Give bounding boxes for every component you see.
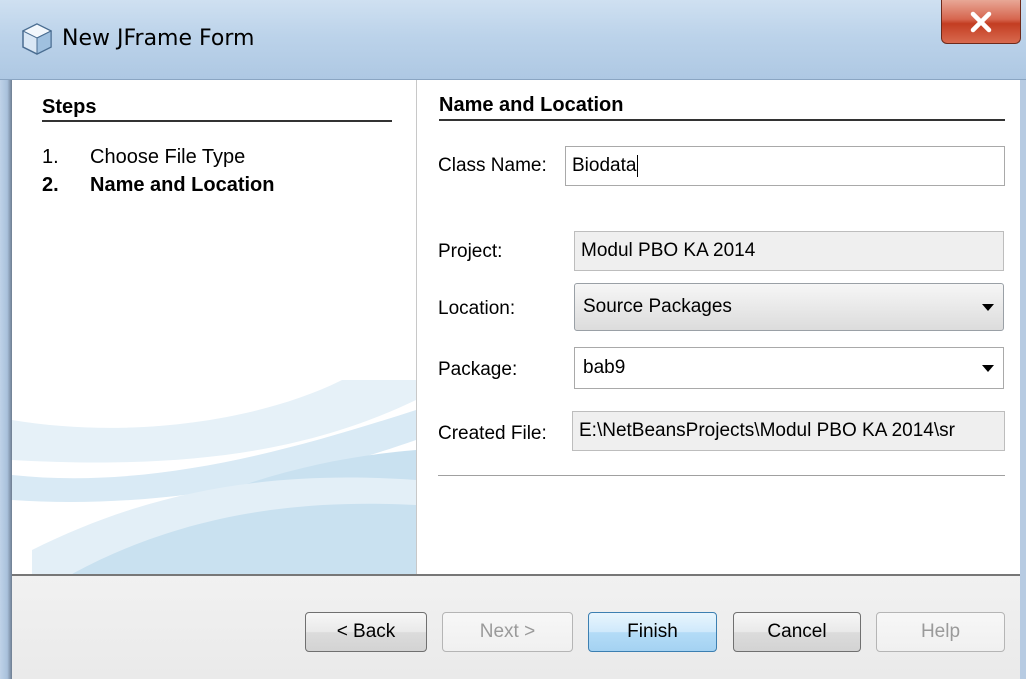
chevron-down-icon [982,365,994,372]
steps-heading: Steps [42,96,97,118]
package-combobox[interactable]: bab9 [574,347,1004,389]
button-bar: < Back Next > Finish Cancel Help [12,576,1020,679]
decorative-swoosh-graphic [12,380,416,574]
content-divider [438,475,1005,476]
close-button[interactable] [941,0,1021,44]
chevron-down-icon [982,304,994,311]
created-file-value: E:\NetBeansProjects\Modul PBO KA 2014\sr [579,420,955,441]
location-label: Location: [438,298,516,319]
window-frame-left [0,80,12,679]
created-file-field: E:\NetBeansProjects\Modul PBO KA 2014\sr [572,411,1005,451]
help-button[interactable]: Help [876,612,1005,652]
section-divider [439,119,1005,121]
project-field: Modul PBO KA 2014 [574,231,1004,271]
class-name-value: Biodata [572,155,637,176]
close-icon [970,11,992,32]
next-button[interactable]: Next > [442,612,573,652]
project-value: Modul PBO KA 2014 [581,240,756,261]
cancel-button[interactable]: Cancel [733,612,861,652]
back-button[interactable]: < Back [305,612,427,652]
project-label: Project: [438,241,503,262]
location-value: Source Packages [583,296,732,317]
netbeans-cube-icon [21,23,53,55]
step-label: Name and Location [90,174,275,196]
step-number: 1. [42,146,59,168]
step-label: Choose File Type [90,146,246,168]
section-heading: Name and Location [439,94,624,116]
step-item-name-and-location: 2. Name and Location [42,174,274,197]
text-caret [637,155,639,177]
steps-divider [42,120,392,122]
step-item-choose-file-type: 1. Choose File Type [42,146,245,169]
steps-panel: Steps 1. Choose File Type 2. Name and Lo… [12,80,416,574]
created-file-label: Created File: [438,423,547,444]
class-name-label: Class Name: [438,155,547,176]
class-name-input[interactable]: Biodata [565,146,1005,186]
title-bar: New JFrame Form [0,0,1026,80]
window-frame-right [1020,80,1026,679]
finish-button[interactable]: Finish [588,612,717,652]
name-and-location-panel: Name and Location Class Name: Biodata Pr… [417,80,1020,574]
step-number: 2. [42,174,59,196]
package-label: Package: [438,359,518,380]
package-value: bab9 [583,357,626,378]
location-dropdown[interactable]: Source Packages [574,283,1004,331]
window-title: New JFrame Form [62,26,255,51]
